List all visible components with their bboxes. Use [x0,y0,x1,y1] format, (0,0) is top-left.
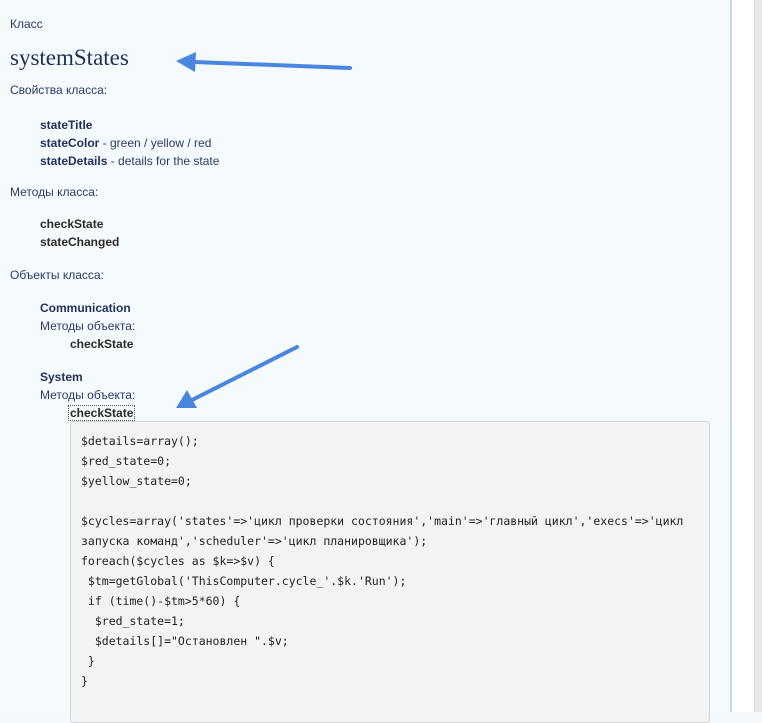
arrow-to-selected-method [176,345,299,408]
annotation-arrows [176,52,352,408]
content-area: Класс systemStates Свойства класса: stat… [0,0,730,723]
arrow-to-class-name [176,52,352,72]
vertical-scrollbar[interactable] [754,0,762,712]
right-gutter [732,0,754,712]
